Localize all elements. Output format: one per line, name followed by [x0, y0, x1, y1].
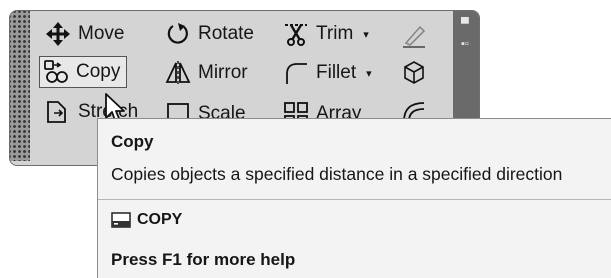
copy-button[interactable]: Copy [39, 56, 128, 88]
command-line-icon [111, 212, 131, 228]
move-label: Move [78, 23, 125, 44]
move-button[interactable]: Move [45, 19, 124, 49]
stretch-icon [45, 99, 71, 125]
tooltip-command: COPY [111, 211, 182, 229]
move-icon [45, 21, 71, 47]
fillet-dropdown-icon[interactable]: ▾ [366, 67, 372, 80]
copy-label: Copy [76, 61, 121, 82]
mirror-icon [165, 60, 191, 86]
copy-icon [43, 59, 69, 85]
panel-settings-icon[interactable]: ▪▫ [461, 39, 469, 50]
erase-icon[interactable] [400, 21, 428, 49]
panel-drag-grip[interactable] [10, 11, 30, 161]
trim-button[interactable]: Trim ▾ [283, 19, 369, 49]
rotate-icon [165, 21, 191, 47]
explode-icon[interactable] [400, 58, 428, 86]
tooltip-divider [98, 199, 611, 200]
tooltip-command-name: COPY [137, 211, 183, 228]
fillet-label: Fillet [316, 62, 357, 83]
fillet-icon [283, 60, 309, 86]
trim-label: Trim [316, 23, 354, 44]
trim-icon [283, 21, 309, 47]
tooltip-description: Copies objects a specified distance in a… [111, 164, 563, 184]
tooltip-title: Copy [111, 132, 154, 151]
tooltip-help-hint: Press F1 for more help [111, 250, 296, 269]
mirror-button[interactable]: Mirror [165, 58, 248, 88]
copy-tooltip: Copy Copies objects a specified distance… [97, 118, 611, 278]
rotate-label: Rotate [198, 23, 254, 44]
trim-dropdown-icon[interactable]: ▾ [363, 28, 369, 41]
mirror-label: Mirror [198, 62, 248, 83]
rotate-button[interactable]: Rotate [165, 19, 254, 49]
fillet-button[interactable]: Fillet ▾ [283, 58, 372, 88]
close-panel-icon[interactable]: ▀ [461, 19, 469, 30]
